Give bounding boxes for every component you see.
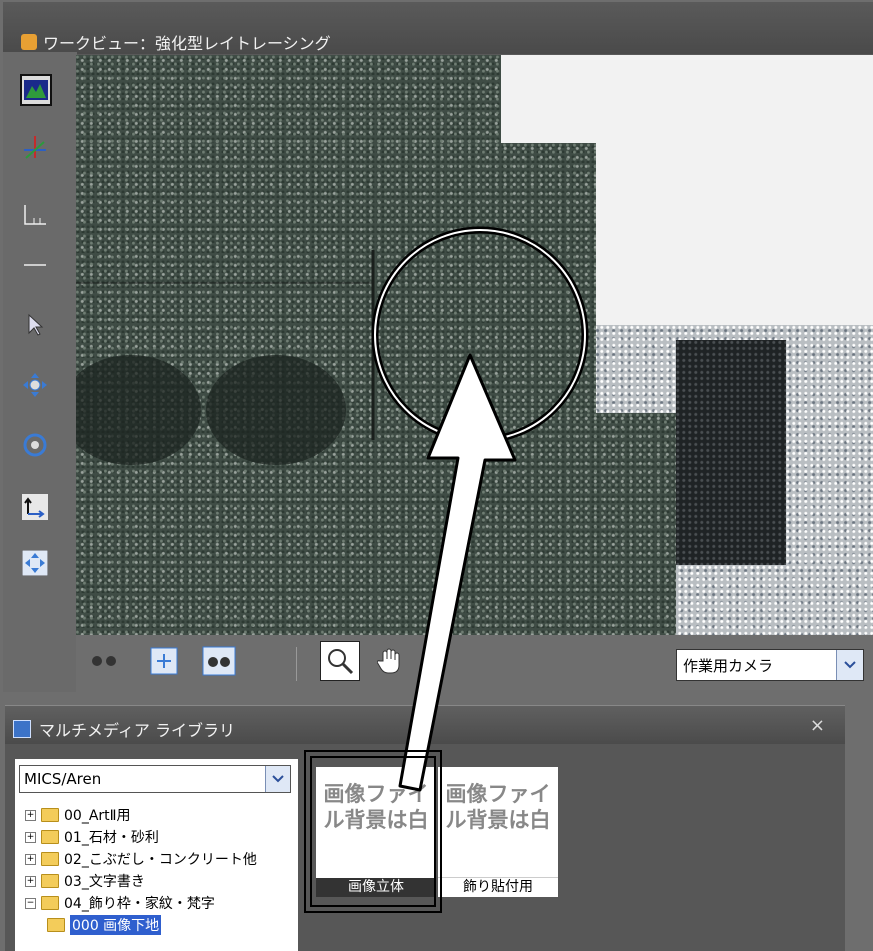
axis-icon[interactable] [20, 132, 50, 162]
folder-panel: MICS/Aren + 00_ArtⅡ用 + 01_石材・砂利 + 02_こぶだ… [15, 759, 298, 951]
expand-icon[interactable]: + [25, 853, 36, 865]
library-title-bar: マルチメディア ライブラリ × [5, 706, 845, 744]
close-button[interactable]: × [810, 715, 825, 736]
folder-icon [41, 874, 59, 888]
tree-item[interactable]: + 01_石材・砂利 [25, 827, 159, 847]
multimedia-library-panel: マルチメディア ライブラリ × MICS/Aren + 00_ArtⅡ用 + 0… [5, 705, 845, 951]
folder-icon [41, 808, 59, 822]
tree-item[interactable]: + 00_ArtⅡ用 [25, 805, 131, 825]
thumbnail-label: 飾り貼付用 [438, 877, 558, 897]
thumbnail-label: 画像立体 [316, 878, 436, 897]
camera-select[interactable]: 作業用カメラ [676, 649, 864, 681]
tree-item[interactable]: + 02_こぶだし・コンクリート他 [25, 849, 257, 869]
folder-path-value: MICS/Aren [24, 770, 102, 788]
tree-item-label: 03_文字書き [64, 874, 145, 890]
media-thumbnail[interactable]: 画像ファイル背景は白 画像立体 [316, 767, 436, 897]
carved-shape [76, 250, 375, 465]
folder-icon [41, 896, 59, 910]
expand-icon[interactable]: + [25, 809, 36, 821]
expand-icon[interactable]: + [25, 831, 36, 843]
walk-icon[interactable] [86, 643, 122, 679]
tree-item-label: 02_こぶだし・コンクリート他 [64, 852, 257, 868]
fit-icon[interactable] [20, 548, 50, 578]
window-title: ワークビュー：強化型レイトレーシング [43, 34, 331, 53]
folder-icon [41, 830, 59, 844]
left-toolbar [3, 52, 77, 692]
tree-item-label: 000 画像下地 [70, 915, 162, 935]
move-icon[interactable] [20, 370, 50, 400]
folder-icon [41, 852, 59, 866]
media-content-panel: 画像ファイル背景は白 画像立体 画像ファイル背景は白 飾り貼付用 [304, 759, 830, 951]
tree-item[interactable]: + 03_文字書き [25, 871, 145, 891]
orbit-icon[interactable] [201, 643, 237, 679]
tree-item-label: 00_ArtⅡ用 [64, 808, 131, 824]
render-viewport[interactable] [76, 55, 873, 635]
tree-item-label: 04_飾り枠・家紋・梵字 [64, 896, 215, 912]
zoom-icon[interactable] [320, 641, 360, 681]
app-icon [21, 34, 37, 50]
render-icon[interactable] [20, 74, 52, 106]
thumbnail-image-text: 画像ファイル背景は白 [445, 781, 551, 832]
chevron-down-icon[interactable] [265, 766, 290, 792]
collapse-icon[interactable]: − [25, 897, 36, 909]
snap-icon[interactable] [20, 492, 50, 522]
pan-hand-icon[interactable] [372, 643, 408, 679]
toolbar-divider [296, 647, 297, 681]
open-folder-icon [47, 918, 65, 932]
view-control-bar: 作業用カメラ [76, 635, 873, 692]
line-icon[interactable] [20, 250, 50, 280]
folder-path-select[interactable]: MICS/Aren [19, 765, 291, 793]
ruler-icon[interactable] [20, 200, 50, 230]
pointer-icon[interactable] [20, 310, 50, 340]
zoom-region-icon[interactable] [146, 643, 182, 679]
tree-item-selected[interactable]: 000 画像下地 [47, 915, 162, 935]
library-title: マルチメディア ライブラリ [39, 721, 235, 740]
chevron-down-icon[interactable] [836, 650, 863, 680]
library-icon [13, 720, 31, 738]
media-thumbnail[interactable]: 画像ファイル背景は白 飾り貼付用 [438, 767, 558, 897]
thumbnail-image-text: 画像ファイル背景は白 [323, 781, 429, 832]
tree-item-label: 01_石材・砂利 [64, 830, 159, 846]
title-bar: ワークビュー：強化型レイトレーシング [3, 2, 873, 54]
expand-icon[interactable]: + [25, 875, 36, 887]
camera-value: 作業用カメラ [683, 657, 774, 675]
tree-item[interactable]: − 04_飾り枠・家紋・梵字 [25, 893, 215, 913]
rotate-icon[interactable] [20, 430, 50, 460]
